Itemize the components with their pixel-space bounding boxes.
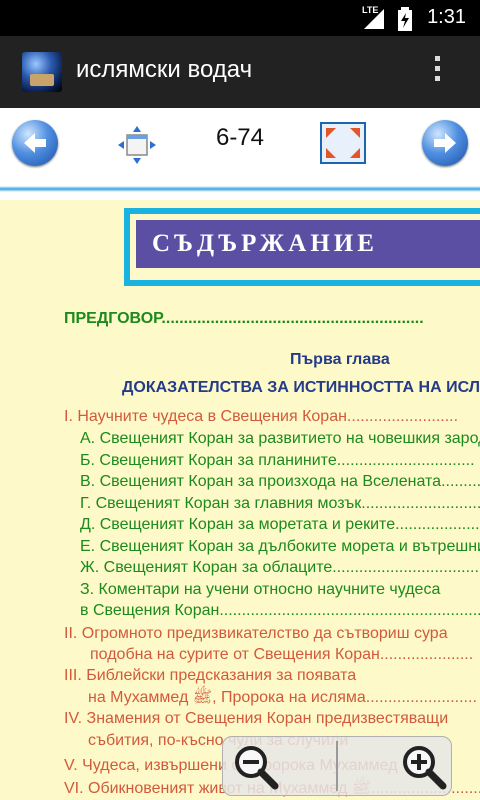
signal-icon: [364, 9, 384, 29]
battery-charging-icon: [398, 7, 412, 31]
fullscreen-icon[interactable]: [320, 122, 366, 164]
action-bar: ислямски водач: [0, 36, 480, 108]
toc-preface[interactable]: ПРЕДГОВОР...............................…: [64, 308, 424, 329]
clock: 1:31: [427, 6, 466, 28]
app-icon[interactable]: [22, 52, 62, 92]
toc-entry[interactable]: Д. Свещеният Коран за моретата и реките.…: [80, 514, 480, 535]
zoom-out-icon[interactable]: [231, 742, 279, 790]
toc-entry[interactable]: Е. Свещеният Коран за дълбоките морета и…: [80, 536, 480, 557]
status-bar: LTE 1:31: [0, 0, 480, 36]
contents-banner: СЪДЪРЖАНИЕ: [124, 208, 480, 286]
toc-entry[interactable]: В. Свещеният Коран за произхода на Вселе…: [80, 471, 480, 492]
toc-entry[interactable]: Г. Свещеният Коран за главния мозък.....…: [80, 493, 480, 514]
toc-entry[interactable]: на Мухаммед ﷺ, Пророка на исляма........…: [88, 687, 477, 708]
zoom-in-icon[interactable]: [399, 742, 447, 790]
chapter-label: Първа глава: [290, 351, 390, 368]
toc-entry[interactable]: III. Библейски предсказания за появата: [64, 665, 356, 686]
toc-entry[interactable]: IV. Знамения от Свещения Коран предизвес…: [64, 708, 448, 729]
page-indicator: 6-74: [215, 124, 265, 151]
toc-entry[interactable]: А. Свещеният Коран за развитието на чове…: [80, 428, 480, 449]
move-window-icon[interactable]: [116, 124, 158, 166]
reader-toolbar: 6-74: [0, 108, 480, 196]
banner-title: СЪДЪРЖАНИЕ: [136, 220, 480, 268]
toc-entry[interactable]: I. Научните чудеса в Свещения Коран.....…: [64, 406, 458, 427]
toc-entry[interactable]: подобна на сурите от Свещения Коран.....…: [90, 644, 473, 665]
toc-entry[interactable]: Ж. Свещеният Коран за облаците..........…: [80, 557, 480, 578]
toc-entry[interactable]: З. Коментари на учени относно научните ч…: [80, 579, 440, 600]
overflow-menu-icon[interactable]: [430, 56, 444, 90]
toc-entry[interactable]: Б. Свещеният Коран за планините.........…: [80, 450, 475, 471]
toolbar-divider: [0, 186, 480, 192]
toc-entry[interactable]: II. Огромното предизвикателство да сътво…: [64, 623, 448, 644]
chapter-title: ДОКАЗАТЕЛСТВА ЗА ИСТИННОСТТА НА ИСЛЯМА: [122, 379, 480, 396]
zoom-controls: [222, 736, 452, 796]
toc-entry[interactable]: в Свещения Коран........................…: [80, 600, 480, 621]
arrow-right-icon[interactable]: [422, 120, 468, 166]
app-title: ислямски водач: [76, 56, 253, 83]
arrow-left-icon[interactable]: [12, 120, 58, 166]
document-page[interactable]: СЪДЪРЖАНИЕ ПРЕДГОВОР....................…: [0, 200, 480, 800]
